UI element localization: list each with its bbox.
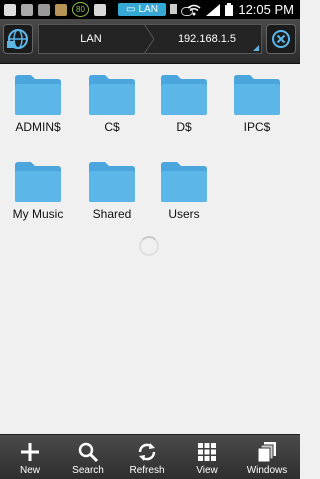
folder-item[interactable]: D$ (149, 72, 219, 134)
view-label: View (196, 465, 218, 476)
close-circle-icon (272, 30, 290, 48)
plus-icon (21, 443, 39, 461)
folder-icon (161, 75, 207, 115)
file-grid: ADMIN$ C$ D$ IPC$ My Music Shared Users (0, 64, 300, 434)
folder-label: Shared (92, 207, 132, 221)
folder-label: ADMIN$ (15, 120, 61, 134)
folder-item[interactable]: IPC$ (222, 72, 292, 134)
battery-saver-badge: 80 (72, 2, 89, 17)
folder-item[interactable]: My Music (3, 159, 73, 221)
path-toolbar: LAN 192.168.1.5 (0, 19, 300, 64)
wifi-icon (187, 4, 201, 15)
folder-item[interactable]: ADMIN$ (3, 72, 73, 134)
bottom-toolbar: New Search Refresh View Windows (0, 434, 300, 479)
search-button[interactable]: Search (63, 441, 113, 476)
new-button[interactable]: New (5, 441, 55, 476)
network-globe-button[interactable] (3, 24, 33, 54)
lan-tab-label: LAN (138, 4, 158, 15)
gallery-notification-icon (21, 3, 33, 16)
refresh-icon (138, 443, 156, 461)
usb-icon (38, 3, 50, 16)
folder-label: My Music (12, 207, 64, 221)
folder-label: D$ (176, 120, 192, 134)
folder-icon (234, 75, 280, 115)
clock: 12:05 PM (238, 2, 294, 17)
folder-label: IPC$ (243, 120, 271, 134)
close-window-button[interactable] (266, 24, 296, 54)
broom-icon (55, 3, 67, 16)
status-bar: 80 ▭ LAN 12:05 PM (0, 0, 300, 19)
computer-icon: ▭ (126, 4, 136, 15)
lan-tab-indicator: ▭ LAN (118, 3, 166, 16)
app-icon (94, 3, 106, 16)
windows-stack-icon (257, 442, 276, 463)
folder-label: C$ (104, 120, 120, 134)
loading-spinner-icon (139, 236, 159, 256)
folder-icon (89, 75, 135, 115)
windows-button[interactable]: Windows (242, 441, 292, 476)
grid-view-icon (198, 443, 216, 461)
new-label: New (19, 465, 40, 476)
refresh-label: Refresh (129, 465, 165, 476)
folder-icon (89, 162, 135, 202)
folder-item[interactable]: C$ (77, 72, 147, 134)
email-notification-icon (4, 3, 16, 16)
folder-icon (161, 162, 207, 202)
search-icon (78, 442, 99, 463)
refresh-button[interactable]: Refresh (122, 441, 172, 476)
globe-network-icon (7, 29, 28, 49)
breadcrumb: LAN 192.168.1.5 (38, 24, 262, 54)
folder-item[interactable]: Users (149, 159, 219, 221)
breadcrumb-item-ip[interactable]: 192.168.1.5 (153, 25, 261, 53)
folder-label: Users (168, 207, 200, 221)
view-button[interactable]: View (182, 441, 232, 476)
breadcrumb-item-lan[interactable]: LAN (39, 25, 143, 53)
search-label: Search (72, 465, 104, 476)
folder-icon (15, 162, 61, 202)
dropdown-corner-icon (253, 45, 259, 51)
battery-icon (225, 3, 234, 16)
folder-icon (15, 75, 61, 115)
folder-item[interactable]: Shared (77, 159, 147, 221)
signal-icon (206, 3, 221, 16)
windows-label: Windows (246, 465, 288, 476)
sd-card-icon (170, 4, 177, 14)
